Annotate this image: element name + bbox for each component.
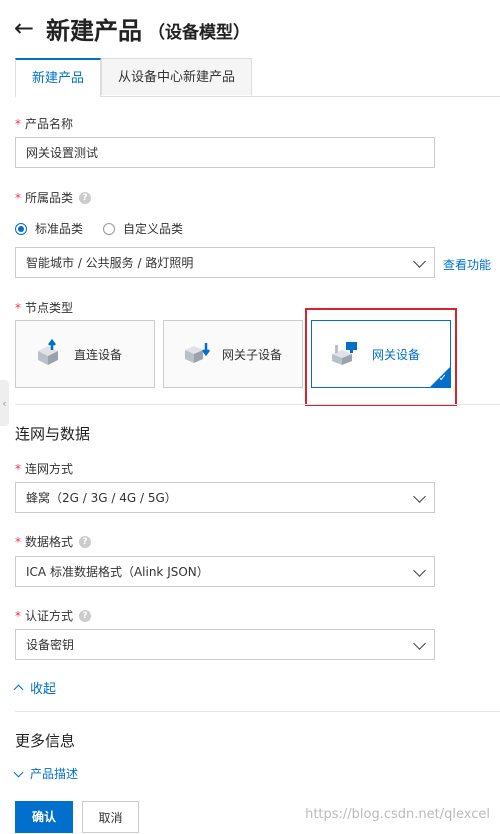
collapse-toggle[interactable]: 收起	[13, 678, 56, 697]
divider	[15, 404, 500, 405]
network-method-select[interactable]: 蜂窝（2G / 3G / 4G / 5G）	[15, 482, 435, 513]
chevron-down-icon	[413, 637, 426, 650]
required-mark: *	[15, 190, 21, 205]
product-name-input[interactable]: 网关设置测试	[15, 137, 435, 168]
network-method-label: * 连网方式	[15, 461, 74, 477]
required-mark: *	[15, 116, 21, 131]
tab-new-product[interactable]: 新建产品	[15, 58, 102, 97]
chevron-down-icon	[13, 767, 24, 777]
node-type-label: * 节点类型	[15, 300, 74, 316]
chevron-up-icon	[13, 684, 24, 695]
highlight-box	[305, 308, 457, 406]
required-mark: *	[15, 534, 21, 549]
category-radio-group: 标准品类 自定义品类	[15, 220, 183, 237]
divider	[15, 711, 500, 712]
page-subtitle: （设备模型）	[148, 22, 250, 43]
tab-from-device-center[interactable]: 从设备中心新建产品	[101, 58, 253, 95]
node-direct-device[interactable]: 直连设备	[15, 320, 155, 388]
help-icon[interactable]: ?	[79, 191, 92, 204]
radio-custom-label[interactable]: 自定义品类	[123, 220, 183, 237]
data-format-label: * 数据格式 ?	[15, 533, 92, 550]
page-title: 新建产品	[46, 16, 142, 45]
network-section-title: 连网与数据	[15, 425, 91, 443]
required-mark: *	[15, 461, 21, 476]
tab-bar: 新建产品 从设备中心新建产品	[15, 58, 500, 97]
side-collapse-handle[interactable]: ‹	[0, 380, 9, 426]
more-info-section-title: 更多信息	[15, 732, 76, 750]
data-format-select[interactable]: ICA 标准数据格式（Alink JSON）	[15, 556, 435, 587]
back-arrow-icon[interactable]: ←	[14, 16, 46, 40]
confirm-button[interactable]: 确认	[15, 801, 73, 833]
product-description-toggle[interactable]: 产品描述	[13, 765, 78, 782]
page-header: ← 新建产品 （设备模型）	[14, 10, 250, 46]
gateway-sub-device-icon	[182, 339, 210, 370]
product-name-label: * 产品名称	[15, 116, 74, 132]
auth-method-label: * 认证方式 ?	[15, 607, 92, 624]
category-label: * 所属品类 ?	[15, 189, 92, 206]
chevron-down-icon	[413, 255, 426, 268]
watermark: https://blog.csdn.net/qlexcel	[305, 807, 490, 822]
required-mark: *	[15, 300, 21, 315]
radio-custom-category[interactable]	[103, 222, 116, 235]
radio-standard-label[interactable]: 标准品类	[35, 220, 83, 237]
cancel-button[interactable]: 取消	[82, 801, 139, 833]
direct-device-icon	[34, 338, 62, 370]
auth-method-select[interactable]: 设备密钥	[15, 629, 435, 660]
view-function-link[interactable]: 查看功能	[443, 256, 491, 273]
chevron-down-icon	[413, 564, 426, 577]
category-select[interactable]: 智能城市 / 公共服务 / 路灯照明	[15, 247, 435, 278]
help-icon[interactable]: ?	[79, 535, 92, 548]
node-gateway-sub-device[interactable]: 网关子设备	[163, 320, 303, 388]
help-icon[interactable]: ?	[79, 609, 92, 622]
chevron-down-icon	[413, 490, 426, 503]
required-mark: *	[15, 608, 21, 623]
radio-standard-category[interactable]	[15, 222, 27, 235]
